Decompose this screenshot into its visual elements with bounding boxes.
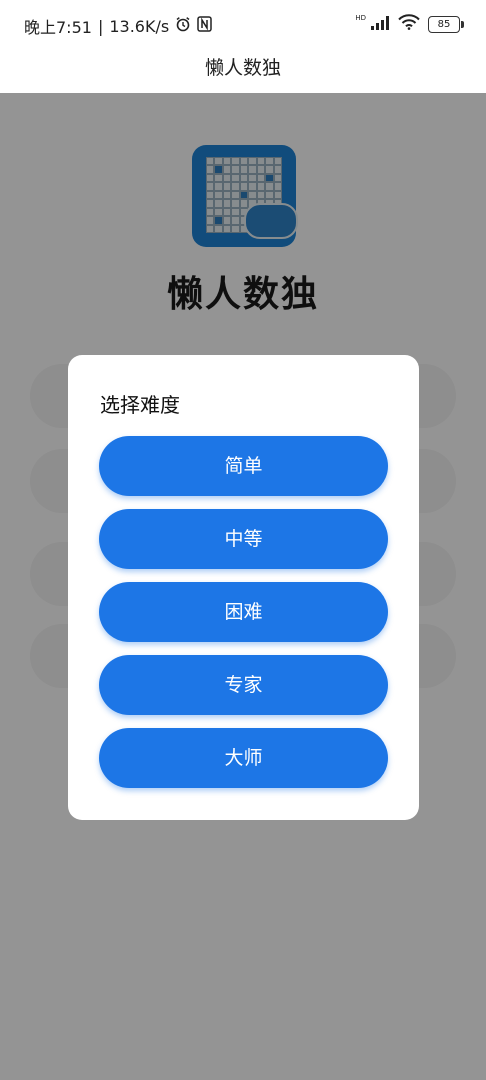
signal-icon <box>370 15 390 34</box>
network-speed: 13.6K/s <box>109 16 170 36</box>
status-left: 晚上7:51 | 13.6K/s <box>24 14 212 38</box>
status-time: 晚上7:51 <box>24 18 92 37</box>
difficulty-master-button[interactable]: 大师 <box>99 728 388 788</box>
status-separator: | <box>97 16 104 36</box>
wifi-icon <box>398 14 420 34</box>
battery-indicator: 85 <box>428 15 464 33</box>
app-bar: 懒人数独 <box>0 48 486 92</box>
status-bar: 晚上7:51 | 13.6K/s HD 85 <box>0 0 486 48</box>
difficulty-medium-button[interactable]: 中等 <box>99 509 388 569</box>
app-bar-title: 懒人数独 <box>204 57 281 79</box>
difficulty-dialog: 选择难度 简单 中等 困难 专家 大师 <box>68 355 419 820</box>
battery-level: 85 <box>437 18 451 30</box>
difficulty-expert-button[interactable]: 专家 <box>99 655 388 715</box>
difficulty-easy-button[interactable]: 简单 <box>99 436 388 496</box>
nfc-icon <box>197 16 212 36</box>
alarm-icon <box>175 16 191 36</box>
screen: 晚上7:51 | 13.6K/s HD 85 懒人数独 懒人数独 选择难度 简单… <box>0 0 486 1080</box>
hd-label: HD <box>355 14 366 22</box>
status-right: HD 85 <box>355 14 464 34</box>
dialog-title: 选择难度 <box>100 393 180 417</box>
difficulty-hard-button[interactable]: 困难 <box>99 582 388 642</box>
